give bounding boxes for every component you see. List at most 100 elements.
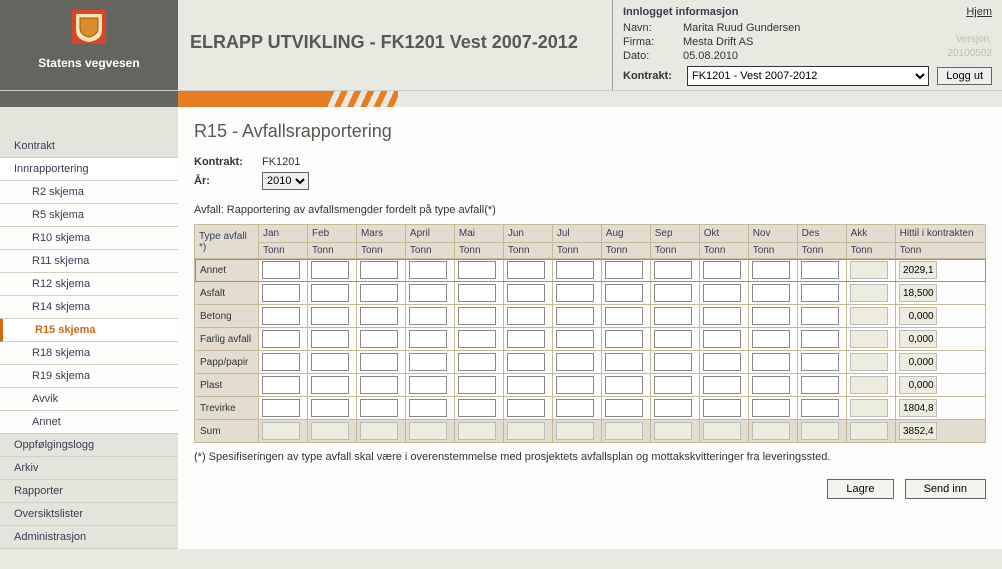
contract-select[interactable]: FK1201 - Vest 2007-2012 xyxy=(687,66,929,86)
cell-input[interactable] xyxy=(507,307,545,325)
cell-input[interactable] xyxy=(605,307,643,325)
cell-input[interactable] xyxy=(752,330,790,348)
cell-input[interactable] xyxy=(507,284,545,302)
cell-input[interactable] xyxy=(311,399,349,417)
sidebar-item-rapporter[interactable]: Rapporter xyxy=(0,480,178,503)
cell-input[interactable] xyxy=(556,307,594,325)
sidebar-item-r2-skjema[interactable]: R2 skjema xyxy=(0,181,178,204)
cell-input[interactable] xyxy=(458,376,496,394)
sidebar-item-oppfølgingslogg[interactable]: Oppfølgingslogg xyxy=(0,434,178,457)
cell-input[interactable] xyxy=(556,284,594,302)
cell-input[interactable] xyxy=(507,353,545,371)
cell-input[interactable] xyxy=(556,261,594,279)
cell-input[interactable] xyxy=(654,353,692,371)
cell-input[interactable] xyxy=(409,376,447,394)
save-button[interactable]: Lagre xyxy=(827,479,893,499)
cell-input[interactable] xyxy=(360,307,398,325)
sidebar-item-annet[interactable]: Annet xyxy=(0,411,178,434)
cell-input[interactable] xyxy=(801,376,839,394)
cell-input[interactable] xyxy=(703,330,741,348)
cell-input[interactable] xyxy=(409,307,447,325)
cell-input[interactable] xyxy=(703,376,741,394)
cell-input[interactable] xyxy=(801,261,839,279)
cell-input[interactable] xyxy=(801,353,839,371)
sidebar-item-r14-skjema[interactable]: R14 skjema xyxy=(0,296,178,319)
home-link[interactable]: Hjem xyxy=(966,6,992,18)
cell-input[interactable] xyxy=(360,284,398,302)
cell-input[interactable] xyxy=(654,261,692,279)
sidebar-item-innrapportering[interactable]: Innrapportering xyxy=(0,158,178,181)
cell-input[interactable] xyxy=(458,353,496,371)
cell-input[interactable] xyxy=(409,399,447,417)
cell-input[interactable] xyxy=(458,307,496,325)
sidebar-item-r5-skjema[interactable]: R5 skjema xyxy=(0,204,178,227)
cell-input[interactable] xyxy=(605,261,643,279)
cell-input[interactable] xyxy=(409,353,447,371)
cell-input[interactable] xyxy=(605,330,643,348)
cell-input[interactable] xyxy=(507,261,545,279)
cell-input[interactable] xyxy=(752,307,790,325)
cell-input[interactable] xyxy=(458,399,496,417)
cell-input[interactable] xyxy=(556,330,594,348)
sidebar-item-r10-skjema[interactable]: R10 skjema xyxy=(0,227,178,250)
cell-input[interactable] xyxy=(409,330,447,348)
cell-input[interactable] xyxy=(262,353,300,371)
sidebar-item-administrasjon[interactable]: Administrasjon xyxy=(0,526,178,549)
year-select[interactable]: 2010 xyxy=(262,172,309,190)
cell-input[interactable] xyxy=(311,330,349,348)
cell-input[interactable] xyxy=(507,330,545,348)
logout-button[interactable]: Logg ut xyxy=(937,67,992,85)
cell-input[interactable] xyxy=(409,284,447,302)
sidebar-item-r11-skjema[interactable]: R11 skjema xyxy=(0,250,178,273)
cell-input[interactable] xyxy=(262,376,300,394)
cell-input[interactable] xyxy=(360,399,398,417)
cell-input[interactable] xyxy=(311,353,349,371)
cell-input[interactable] xyxy=(801,330,839,348)
cell-input[interactable] xyxy=(703,353,741,371)
cell-input[interactable] xyxy=(556,399,594,417)
cell-input[interactable] xyxy=(605,399,643,417)
cell-input[interactable] xyxy=(507,376,545,394)
sidebar-item-r19-skjema[interactable]: R19 skjema xyxy=(0,365,178,388)
cell-input[interactable] xyxy=(262,307,300,325)
cell-input[interactable] xyxy=(605,353,643,371)
sidebar-item-r12-skjema[interactable]: R12 skjema xyxy=(0,273,178,296)
cell-input[interactable] xyxy=(556,353,594,371)
cell-input[interactable] xyxy=(703,399,741,417)
cell-input[interactable] xyxy=(458,284,496,302)
cell-input[interactable] xyxy=(703,307,741,325)
cell-input[interactable] xyxy=(311,284,349,302)
cell-input[interactable] xyxy=(654,399,692,417)
cell-input[interactable] xyxy=(801,284,839,302)
cell-input[interactable] xyxy=(654,376,692,394)
cell-input[interactable] xyxy=(360,330,398,348)
cell-input[interactable] xyxy=(752,353,790,371)
cell-input[interactable] xyxy=(262,261,300,279)
cell-input[interactable] xyxy=(654,330,692,348)
cell-input[interactable] xyxy=(556,376,594,394)
send-button[interactable]: Send inn xyxy=(905,479,986,499)
sidebar-item-avvik[interactable]: Avvik xyxy=(0,388,178,411)
cell-input[interactable] xyxy=(262,284,300,302)
cell-input[interactable] xyxy=(654,284,692,302)
cell-input[interactable] xyxy=(458,261,496,279)
cell-input[interactable] xyxy=(311,307,349,325)
cell-input[interactable] xyxy=(311,376,349,394)
sidebar-item-r18-skjema[interactable]: R18 skjema xyxy=(0,342,178,365)
cell-input[interactable] xyxy=(752,376,790,394)
sidebar-item-arkiv[interactable]: Arkiv xyxy=(0,457,178,480)
cell-input[interactable] xyxy=(703,261,741,279)
cell-input[interactable] xyxy=(360,353,398,371)
cell-input[interactable] xyxy=(311,261,349,279)
cell-input[interactable] xyxy=(507,399,545,417)
cell-input[interactable] xyxy=(360,376,398,394)
cell-input[interactable] xyxy=(605,376,643,394)
cell-input[interactable] xyxy=(605,284,643,302)
sidebar-item-r15-skjema[interactable]: R15 skjema xyxy=(0,319,178,342)
cell-input[interactable] xyxy=(752,284,790,302)
sidebar-item-oversiktslister[interactable]: Oversiktslister xyxy=(0,503,178,526)
cell-input[interactable] xyxy=(654,307,692,325)
cell-input[interactable] xyxy=(458,330,496,348)
cell-input[interactable] xyxy=(703,284,741,302)
sidebar-item-kontrakt[interactable]: Kontrakt xyxy=(0,135,178,158)
